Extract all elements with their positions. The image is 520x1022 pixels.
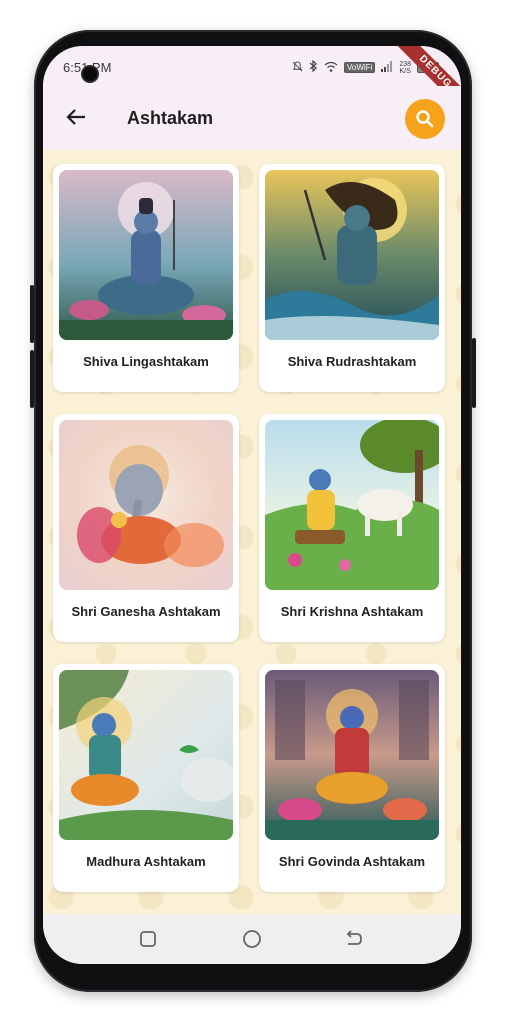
card-label: Shri Krishna Ashtakam <box>280 604 424 619</box>
square-icon <box>140 931 156 947</box>
shiva-meditating-image <box>59 170 233 340</box>
back-button[interactable] <box>59 100 93 134</box>
card-label: Shri Govinda Ashtakam <box>278 854 426 869</box>
wifi-icon <box>324 61 338 75</box>
card-label: Madhura Ashtakam <box>86 854 206 869</box>
page-title: Ashtakam <box>127 108 214 128</box>
system-back-button[interactable] <box>337 924 371 954</box>
power-button <box>472 338 476 408</box>
ganesha-image <box>59 420 233 590</box>
card-label: Shiva Lingashtakam <box>83 354 209 369</box>
arrow-left-icon <box>66 109 85 125</box>
card-shiva-lingashtakam[interactable]: Shiva Lingashtakam <box>53 164 239 392</box>
front-camera <box>83 67 97 81</box>
madhura-image <box>59 670 233 840</box>
system-nav-bar <box>43 914 461 964</box>
card-label: Shiva Rudrashtakam <box>287 354 417 369</box>
shiva-rudra-image <box>265 170 439 340</box>
status-bar: 6:51 PM VoWiFi 238 K/S DEBUG <box>43 46 461 121</box>
card-shri-krishna-ashtakam[interactable]: Shri Krishna Ashtakam <box>259 414 445 642</box>
search-icon <box>416 110 434 128</box>
volume-button <box>30 285 34 343</box>
net-speed: 238 K/S <box>399 61 411 75</box>
circle-icon <box>243 930 261 948</box>
card-shri-ganesha-ashtakam[interactable]: Shri Ganesha Ashtakam <box>53 414 239 642</box>
card-shiva-rudrashtakam[interactable]: Shiva Rudrashtakam <box>259 164 445 392</box>
card-label: Shri Ganesha Ashtakam <box>71 604 221 619</box>
volte-badge: VoWiFi <box>343 62 376 73</box>
card-shri-govinda-ashtakam[interactable]: Shri Govinda Ashtakam <box>259 664 445 892</box>
krishna-cow-image <box>265 420 439 590</box>
app-bar: Ashtakam <box>43 86 461 150</box>
signal-icon <box>381 60 393 75</box>
net-speed-unit: K/S <box>399 67 411 75</box>
bluetooth-icon <box>309 59 318 75</box>
recents-button[interactable] <box>131 924 165 954</box>
phone-screen: 6:51 PM VoWiFi 238 K/S DEBUG Ashtakam Sh… <box>43 46 461 964</box>
ashtakam-grid: Shiva Lingashtakam Shiva Rudrashtakam Sh… <box>53 164 445 892</box>
card-madhura-ashtakam[interactable]: Madhura Ashtakam <box>53 664 239 892</box>
govinda-image <box>265 670 439 840</box>
volume-button <box>30 350 34 408</box>
home-button[interactable] <box>235 924 269 954</box>
content-area: Shiva Lingashtakam Shiva Rudrashtakam Sh… <box>43 150 461 914</box>
net-speed-value: 238 <box>399 60 411 68</box>
back-arrow-icon <box>346 930 362 945</box>
search-button[interactable] <box>405 99 445 139</box>
mute-icon <box>292 60 303 75</box>
